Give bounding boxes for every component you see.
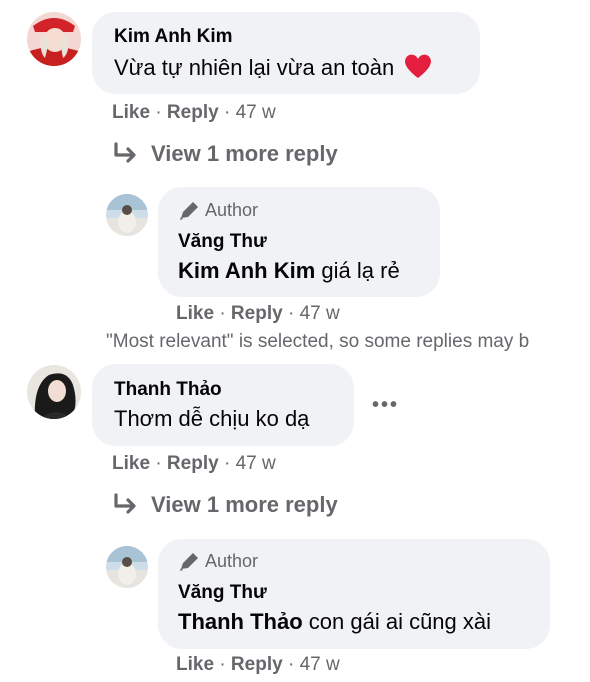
author-badge: Author (178, 200, 258, 221)
comment-text: Vừa tự nhiên lại vừa an toàn (114, 53, 432, 85)
separator: · (155, 453, 162, 474)
reply-arrow-icon (113, 493, 141, 517)
reply-text: Kim Anh Kim giá lạ rẻ (178, 258, 400, 284)
timestamp[interactable]: 47 w (236, 102, 276, 123)
author-badge-label: Author (205, 200, 259, 220)
separator: · (219, 654, 226, 675)
view-more-replies[interactable]: View 1 more reply (113, 141, 338, 167)
view-more-replies[interactable]: View 1 more reply (113, 492, 338, 518)
view-more-label: View 1 more reply (151, 141, 338, 166)
mention-link[interactable]: Thanh Thảo (178, 609, 303, 634)
heart-emoji-icon (404, 53, 432, 85)
author-badge: Author (178, 551, 258, 572)
comment-actions: Like · Reply · 47 w (112, 102, 276, 124)
pen-icon (178, 201, 202, 221)
separator: · (219, 303, 226, 324)
timestamp[interactable]: 47 w (300, 303, 340, 324)
reply-actions: Like · Reply · 47 w (176, 654, 340, 676)
author-name[interactable]: Văng Thư (178, 231, 267, 253)
comment-text-body: Vừa tự nhiên lại vừa an toàn (114, 55, 395, 80)
pen-icon (178, 552, 202, 572)
reply-text: Thanh Thảo con gái ai cũng xài (178, 609, 491, 635)
like-link[interactable]: Like (176, 654, 214, 675)
reply-link[interactable]: Reply (167, 102, 219, 123)
separator: · (155, 102, 162, 123)
like-link[interactable]: Like (176, 303, 214, 324)
reply-text-body: con gái ai cũng xài (308, 609, 492, 634)
avatar[interactable] (27, 12, 81, 66)
author-badge-label: Author (205, 551, 259, 571)
comment-actions: Like · Reply · 47 w (112, 453, 276, 475)
like-link[interactable]: Like (112, 102, 150, 123)
avatar[interactable] (106, 546, 148, 588)
separator: · (287, 303, 295, 324)
reply-actions: Like · Reply · 47 w (176, 303, 340, 325)
reply-link[interactable]: Reply (231, 654, 283, 675)
timestamp[interactable]: 47 w (236, 453, 276, 474)
timestamp[interactable]: 47 w (300, 654, 340, 675)
reply-link[interactable]: Reply (167, 453, 219, 474)
author-name[interactable]: Văng Thư (178, 582, 267, 604)
more-options-icon[interactable]: ••• (372, 394, 399, 417)
relevance-notice: "Most relevant" is selected, so some rep… (106, 331, 530, 352)
commenter-name[interactable]: Thanh Thảo (114, 379, 222, 401)
commenter-name[interactable]: Kim Anh Kim (114, 26, 233, 48)
separator: · (223, 453, 231, 474)
reply-text-body: giá lạ rẻ (321, 258, 400, 283)
avatar[interactable] (27, 365, 81, 419)
avatar[interactable] (106, 194, 148, 236)
mention-link[interactable]: Kim Anh Kim (178, 258, 315, 283)
view-more-label: View 1 more reply (151, 492, 338, 517)
comment-bubble (92, 364, 354, 446)
comment-text: Thơm dễ chịu ko dạ (114, 406, 310, 431)
separator: · (223, 102, 231, 123)
reply-arrow-icon (113, 142, 141, 166)
separator: · (287, 654, 295, 675)
reply-link[interactable]: Reply (231, 303, 283, 324)
like-link[interactable]: Like (112, 453, 150, 474)
